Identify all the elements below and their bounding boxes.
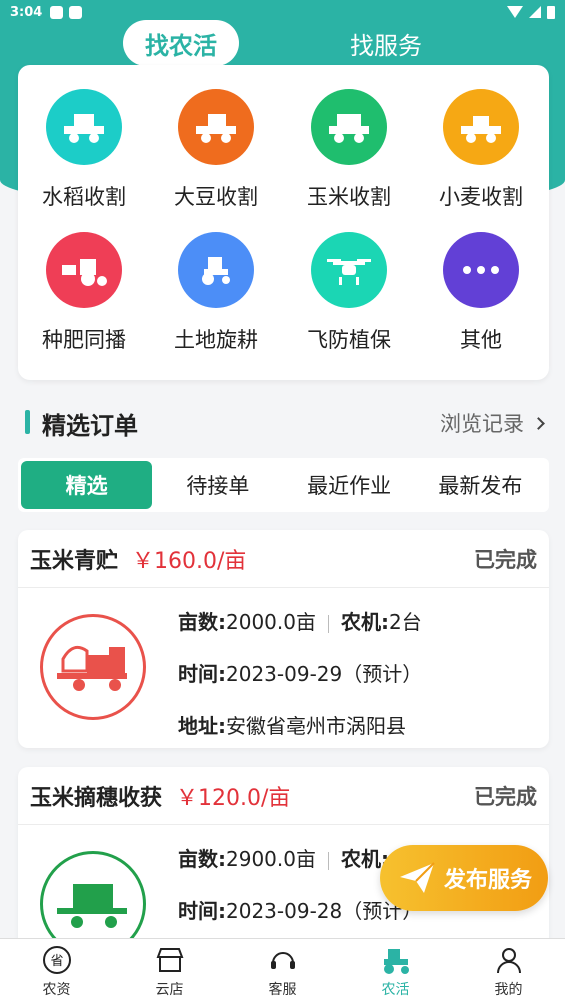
category-label: 土地旋耕 [174,328,258,352]
nav-farm-supplies[interactable]: 省 农资 [0,939,113,1004]
order-price: ￥120.0/亩 [176,785,291,811]
order-header: 玉米青贮 ￥160.0/亩 已完成 [18,530,549,588]
address-value: 安徽省亳州市涡阳县 [226,714,406,738]
category-corn-harvest[interactable]: 玉米收割 [283,89,415,211]
category-tillage[interactable]: 土地旋耕 [150,232,282,354]
category-seed-fertilizer[interactable]: 种肥同播 [18,232,150,354]
seed-fertilizer-tractor-icon [46,232,122,308]
nav-cloud-store[interactable]: 云店 [113,939,226,1004]
publish-service-button[interactable]: 发布服务 [380,845,548,911]
order-name: 玉米青贮 [30,548,119,574]
order-time-line: 时间:2023-09-28（预计） [178,895,422,924]
category-label: 水稻收割 [42,185,126,209]
category-other[interactable]: 其他 [415,232,547,354]
category-label: 种肥同播 [42,328,126,352]
browse-history-link[interactable]: 浏览记录 [440,408,545,438]
machine-value: 2台 [388,610,422,634]
category-label: 其他 [460,328,502,352]
order-body: 亩数:2000.0亩 农机:2台 时间:2023-09-29（预计） 地址:安徽省… [18,588,549,748]
notification-icon [69,5,83,19]
nav-mine[interactable]: 我的 [452,939,565,1004]
area-value: 2000.0亩 [226,610,316,634]
order-header: 玉米摘穗收获 ￥120.0/亩 已完成 [18,767,549,825]
top-tabs: 找农活 找服务 [0,20,565,68]
category-rice-harvest[interactable]: 水稻收割 [18,89,150,211]
filter-recent-work[interactable]: 最近作业 [284,461,415,509]
order-time-line: 时间:2023-09-29（预计） [178,658,422,687]
area-label: 亩数: [178,610,226,634]
store-icon [156,947,183,972]
section-accent-bar [25,410,30,434]
rice-harvester-icon [46,89,122,165]
nav-farm-work[interactable]: 农活 [339,939,452,1004]
order-area-line: 亩数:2900.0亩 农机: [178,843,389,872]
order-card[interactable]: 玉米青贮 ￥160.0/亩 已完成 亩数:2000.0亩 农机:2台 时间:202… [18,530,549,748]
order-status: 已完成 [474,547,537,572]
order-filter-bar: 精选 待接单 最近作业 最新发布 [18,458,549,512]
svg-text:省: 省 [50,954,63,969]
wheat-harvester-icon [443,89,519,165]
browse-history-label: 浏览记录 [440,412,524,436]
divider [327,851,329,870]
order-address-line: 地址:安徽省亳州市涡阳县 [178,710,406,739]
order-name: 玉米摘穗收获 [30,785,163,811]
status-time: 3:04 [10,4,43,20]
more-dots-icon [443,232,519,308]
chevron-right-icon [532,416,545,430]
alert-icon [50,5,64,19]
filter-featured[interactable]: 精选 [21,461,153,509]
machine-label: 农机: [340,610,389,634]
silage-harvester-icon [40,614,146,720]
time-label: 时间: [178,662,226,686]
signal-icon [529,6,541,18]
area-label: 亩数: [178,847,226,871]
category-label: 飞防植保 [307,328,391,352]
paper-plane-icon [400,862,435,893]
section-title: 精选订单 [42,412,138,440]
order-area-line: 亩数:2000.0亩 农机:2台 [178,606,422,635]
filter-latest[interactable]: 最新发布 [415,461,546,509]
category-grid: 水稻收割 大豆收割 玉米收割 小麦收割 种肥同播 土地旋耕 飞防植保 其他 [18,65,549,380]
tab-find-farm-work[interactable]: 找农活 [123,20,239,66]
order-status: 已完成 [474,784,537,809]
tab-find-service[interactable]: 找服务 [330,20,442,66]
battery-icon [547,5,555,19]
tillage-tractor-icon [178,232,254,308]
category-label: 玉米收割 [307,185,391,209]
publish-service-label: 发布服务 [444,868,533,893]
section-header: 精选订单 浏览记录 [0,400,565,444]
category-wheat-harvest[interactable]: 小麦收割 [415,89,547,211]
category-drone-protection[interactable]: 飞防植保 [283,232,415,354]
order-price: ￥160.0/亩 [132,548,247,574]
address-label: 地址: [178,714,226,738]
divider [327,614,329,633]
nav-label: 我的 [494,981,523,998]
time-label: 时间: [178,899,226,923]
wifi-icon [507,6,523,18]
soybean-harvester-icon [178,89,254,165]
area-value: 2900.0亩 [226,847,316,871]
category-soybean-harvest[interactable]: 大豆收割 [150,89,282,211]
category-label: 大豆收割 [174,185,258,209]
drone-icon [311,232,387,308]
nav-label: 云店 [155,981,184,998]
corn-harvester-icon [311,89,387,165]
nav-label: 客服 [268,981,297,998]
filter-pending[interactable]: 待接单 [152,461,283,509]
tractor-icon [383,948,409,974]
nav-customer-service[interactable]: 客服 [226,939,339,1004]
province-badge-icon: 省 [42,945,71,974]
nav-label: 农活 [381,981,410,998]
nav-label: 农资 [42,981,71,998]
bottom-nav: 省 农资 云店 客服 农活 我的 [0,938,565,1004]
user-icon [496,947,521,973]
status-icons [507,5,555,19]
time-value: 2023-09-29（预计） [226,662,423,686]
headset-icon [270,951,295,969]
category-label: 小麦收割 [439,185,523,209]
